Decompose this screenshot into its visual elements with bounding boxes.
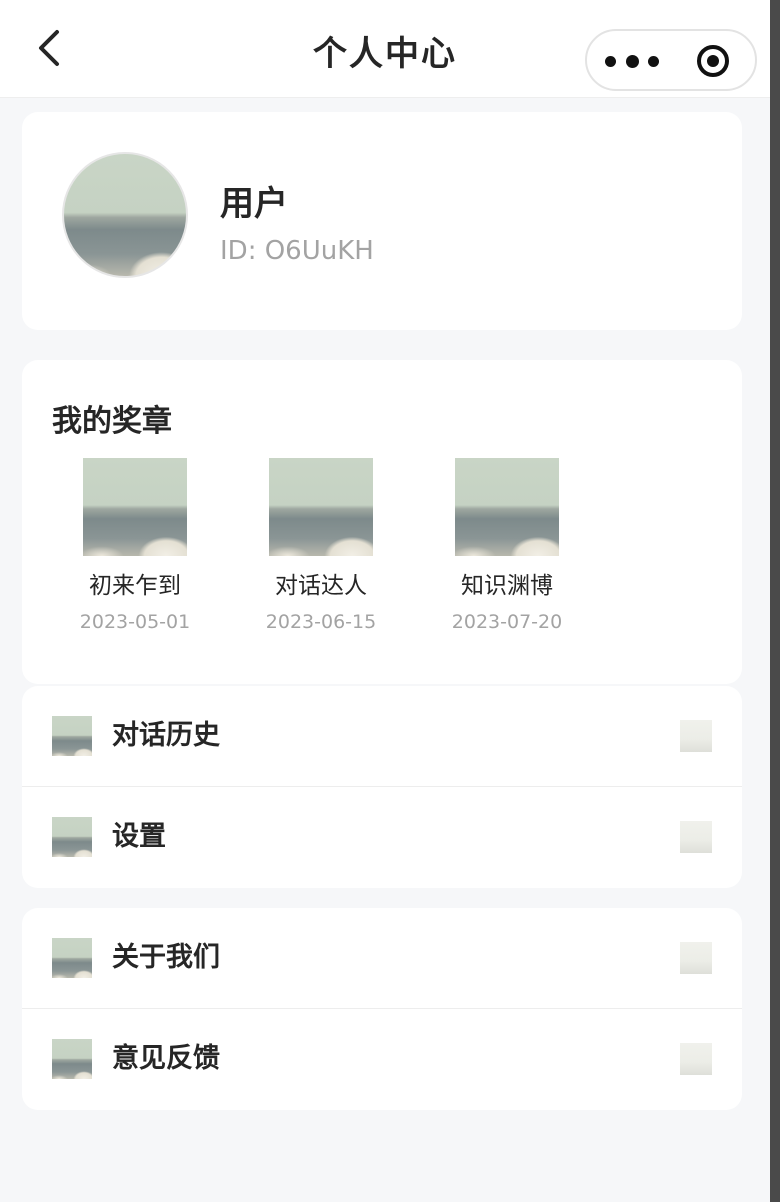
avatar[interactable]	[62, 152, 188, 278]
medal-date: 2023-07-20	[451, 611, 563, 633]
arrow-right-icon	[680, 942, 712, 974]
arrow-right-icon	[680, 821, 712, 853]
mini-program-capsule	[585, 29, 757, 91]
settings-icon	[52, 817, 92, 857]
scrollbar[interactable]	[770, 0, 780, 1202]
menu-item-label: 关于我们	[112, 942, 220, 973]
about-us-icon	[52, 938, 92, 978]
username: 用户	[220, 184, 288, 224]
menu-item-label: 对话历史	[112, 720, 220, 751]
menu-item-label: 设置	[112, 821, 166, 852]
medal-name: 知识渊博	[461, 573, 553, 599]
medal-image	[269, 458, 373, 556]
menu-item-settings[interactable]: 设置	[22, 787, 742, 888]
medals-title: 我的奖章	[52, 404, 172, 439]
medal-image	[455, 458, 559, 556]
medal-image	[83, 458, 187, 556]
medal-item[interactable]: 知识渊博 2023-07-20	[414, 458, 600, 636]
arrow-right-icon	[680, 1043, 712, 1075]
chat-history-icon	[52, 716, 92, 756]
medal-name: 初来乍到	[89, 573, 181, 599]
medal-date: 2023-05-01	[79, 611, 191, 633]
capsule-close-icon[interactable]	[697, 45, 729, 77]
profile-card[interactable]: 用户 ID: O6UuKH	[22, 112, 742, 330]
medal-name: 对话达人	[275, 573, 367, 599]
user-id: ID: O6UuKH	[220, 236, 374, 266]
menu-item-chat-history[interactable]: 对话历史	[22, 686, 742, 787]
medal-date: 2023-06-15	[265, 611, 377, 633]
more-dots-icon[interactable]	[605, 49, 659, 73]
feedback-icon	[52, 1039, 92, 1079]
menu-item-label: 意见反馈	[112, 1043, 220, 1074]
menu-group-2: 关于我们 意见反馈	[22, 908, 742, 1110]
menu-item-about-us[interactable]: 关于我们	[22, 908, 742, 1009]
navigation-bar: 个人中心	[0, 0, 770, 98]
menu-item-feedback[interactable]: 意见反馈	[22, 1009, 742, 1110]
medal-item[interactable]: 对话达人 2023-06-15	[228, 458, 414, 636]
arrow-right-icon	[680, 720, 712, 752]
medal-item[interactable]: 初来乍到 2023-05-01	[42, 458, 228, 636]
medals-card: 我的奖章 初来乍到 2023-05-01 对话达人 2023-06-15 知识渊…	[22, 360, 742, 684]
menu-group-1: 对话历史 设置	[22, 686, 742, 888]
